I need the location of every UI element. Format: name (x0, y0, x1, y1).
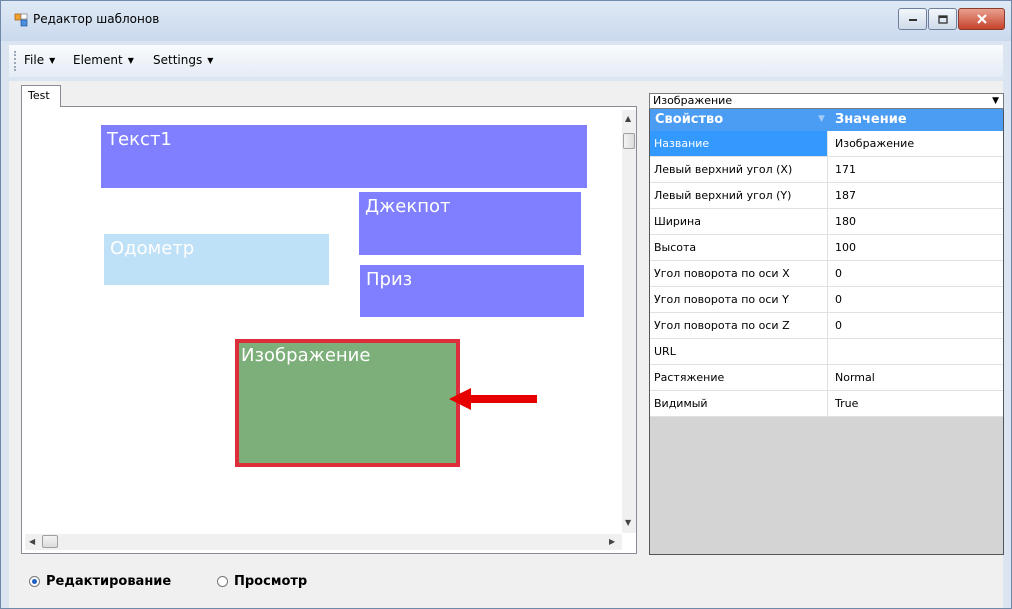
vertical-scroll-thumb[interactable] (623, 133, 635, 149)
property-value[interactable]: Изображение (835, 131, 914, 156)
property-grid-header: Свойство ▼ Значение (650, 109, 1003, 131)
sort-icon: ▼ (818, 114, 825, 124)
menu-bar: File ▼ Element ▼ Settings ▼ (9, 45, 1003, 77)
radio-checked-icon (29, 576, 40, 587)
close-button[interactable] (958, 8, 1005, 30)
tab-panel: Текст1 Джекпот Одометр Приз Изображение … (21, 106, 637, 554)
menu-settings-label: Settings (153, 53, 203, 67)
canvas-element-prize[interactable]: Приз (360, 265, 584, 317)
property-value[interactable]: Normal (835, 365, 875, 390)
property-key: URL (650, 339, 828, 364)
work-area: Test Текст1 Джекпот Одометр Приз Изображ… (9, 81, 1004, 608)
property-value[interactable]: 171 (835, 157, 856, 182)
app-icon (14, 13, 28, 27)
property-key: Левый верхний угол (X) (650, 157, 828, 182)
tab-test[interactable]: Test (21, 85, 61, 107)
property-row[interactable]: Высота 100 (650, 235, 1003, 261)
property-value[interactable]: 100 (835, 235, 856, 260)
horizontal-scroll-thumb[interactable] (42, 535, 58, 548)
property-grid: Свойство ▼ Значение Название Изображение… (649, 109, 1004, 555)
property-value[interactable]: 187 (835, 183, 856, 208)
column-header-property[interactable]: Свойство (655, 112, 723, 127)
minimize-button[interactable] (898, 8, 927, 30)
radio-unchecked-icon (217, 576, 228, 587)
property-value[interactable]: 0 (835, 287, 842, 312)
property-key: Ширина (650, 209, 828, 234)
property-key: Растяжение (650, 365, 828, 390)
title-bar: Редактор шаблонов (1, 1, 1011, 41)
property-key: Угол поворота по оси X (650, 261, 828, 286)
scroll-left-icon[interactable]: ◀ (29, 537, 35, 546)
canvas-element-odometer[interactable]: Одометр (104, 234, 329, 285)
property-row[interactable]: Ширина 180 (650, 209, 1003, 235)
mode-edit-radio[interactable]: Редактирование (29, 574, 171, 589)
property-row[interactable]: Угол поворота по оси Y 0 (650, 287, 1003, 313)
property-row[interactable]: Угол поворота по оси Z 0 (650, 313, 1003, 339)
property-row[interactable]: Название Изображение (650, 131, 1003, 157)
maximize-button[interactable] (928, 8, 957, 30)
mode-view-label: Просмотр (234, 574, 308, 589)
property-row[interactable]: Левый верхний угол (X) 171 (650, 157, 1003, 183)
toolbar-grip (14, 51, 18, 71)
scroll-down-icon[interactable]: ▼ (625, 518, 631, 527)
object-selector[interactable]: Изображение ▼ (649, 93, 1004, 109)
property-value[interactable]: True (835, 391, 858, 416)
object-selector-value: Изображение (653, 94, 733, 107)
close-icon (976, 14, 987, 24)
menu-settings[interactable]: Settings ▼ (153, 53, 213, 67)
minimize-icon (908, 19, 917, 21)
scroll-up-icon[interactable]: ▲ (625, 114, 631, 123)
pointer-arrow-icon (449, 388, 537, 410)
property-value[interactable]: 0 (835, 313, 842, 338)
dropdown-icon: ▼ (49, 55, 56, 65)
dropdown-icon: ▼ (207, 55, 214, 65)
property-value[interactable]: 180 (835, 209, 856, 234)
menu-element[interactable]: Element ▼ (73, 53, 134, 67)
menu-file-label: File (24, 53, 45, 67)
property-row[interactable]: Левый верхний угол (Y) 187 (650, 183, 1003, 209)
property-row[interactable]: Растяжение Normal (650, 365, 1003, 391)
mode-view-radio[interactable]: Просмотр (217, 574, 307, 589)
app-window: Редактор шаблонов File ▼ Element ▼ Setting… (0, 0, 1012, 609)
property-row[interactable]: URL (650, 339, 1003, 365)
chevron-down-icon: ▼ (992, 96, 999, 106)
canvas-element-text1[interactable]: Текст1 (101, 125, 587, 188)
canvas-element-jackpot[interactable]: Джекпот (359, 192, 581, 255)
window-title: Редактор шаблонов (33, 12, 160, 26)
property-key: Высота (650, 235, 828, 260)
dropdown-icon: ▼ (127, 55, 134, 65)
menu-element-label: Element (73, 53, 123, 67)
property-key: Название (650, 131, 828, 156)
property-key: Видимый (650, 391, 828, 416)
menu-file[interactable]: File ▼ (24, 53, 55, 67)
column-header-value[interactable]: Значение (835, 112, 907, 127)
scroll-right-icon[interactable]: ▶ (609, 537, 615, 546)
maximize-icon (937, 14, 948, 24)
property-value[interactable]: 0 (835, 261, 842, 286)
horizontal-scrollbar[interactable]: ◀ ▶ (25, 534, 622, 550)
mode-edit-label: Редактирование (46, 574, 172, 589)
vertical-scrollbar[interactable]: ▲ ▼ (622, 110, 636, 533)
property-row[interactable]: Угол поворота по оси X 0 (650, 261, 1003, 287)
design-canvas[interactable]: Текст1 Джекпот Одометр Приз Изображение (25, 110, 617, 533)
property-key: Угол поворота по оси Z (650, 313, 828, 338)
canvas-element-image[interactable]: Изображение (235, 339, 460, 467)
property-key: Левый верхний угол (Y) (650, 183, 828, 208)
property-key: Угол поворота по оси Y (650, 287, 828, 312)
property-row[interactable]: Видимый True (650, 391, 1003, 417)
